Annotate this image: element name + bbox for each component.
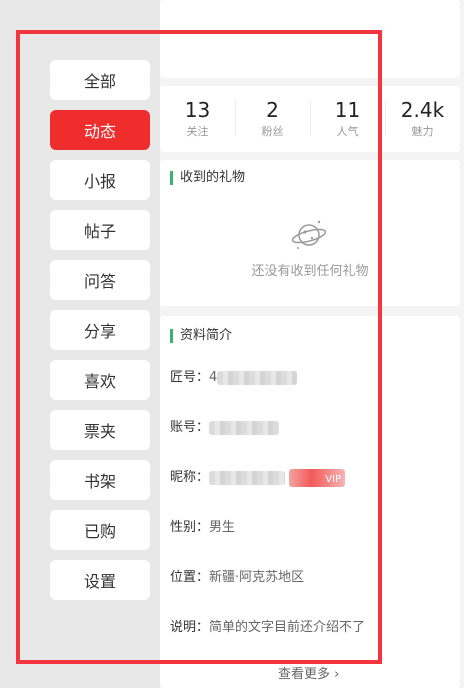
- redacted-value: [209, 470, 286, 485]
- sidebar-item-bookshelf[interactable]: 书架: [50, 460, 150, 500]
- field-label: 性别：: [170, 520, 210, 535]
- sidebar-item-label: 票夹: [83, 422, 116, 441]
- field-value: 男生: [209, 520, 236, 535]
- field-craftsman-id: 匠号：4: [170, 368, 298, 388]
- field-nickname: 昵称： VIP: [170, 468, 346, 488]
- field-description: 说明：简单的文字目前还介绍不了: [170, 618, 365, 638]
- redacted-value: [217, 370, 298, 385]
- vip-badge-text: VIP: [325, 473, 342, 485]
- stats-card: 13 关注 2 粉丝 11 人气 2.4k 魅力: [160, 86, 460, 152]
- stat-following[interactable]: 13 关注: [160, 86, 235, 152]
- gifts-card: 收到的礼物 还没有收到任何礼物: [160, 160, 460, 306]
- sidebar-item-posts[interactable]: 帖子: [50, 210, 150, 250]
- field-value: 新疆·阿克苏地区: [209, 570, 305, 585]
- stat-popularity: 11 人气: [310, 86, 385, 152]
- sidebar-item-activity[interactable]: 动态: [50, 110, 150, 150]
- redacted-value: [209, 420, 280, 435]
- field-account: 账号：: [170, 418, 280, 438]
- sidebar-item-all[interactable]: 全部: [50, 60, 150, 100]
- sidebar-item-label: 分享: [83, 322, 116, 341]
- planet-icon: [291, 220, 327, 249]
- stat-label: 人气: [336, 125, 359, 138]
- field-value: 4: [209, 370, 218, 385]
- field-gender: 性别：男生: [170, 518, 235, 538]
- field-label: 昵称：: [170, 470, 210, 485]
- sidebar-item-settings[interactable]: 设置: [50, 560, 150, 600]
- stat-label: 魅力: [411, 125, 434, 138]
- stat-charm: 2.4k 魅力: [385, 86, 460, 152]
- sidebar-item-label: 帖子: [83, 222, 116, 241]
- see-more-link[interactable]: 查看更多 ›: [278, 663, 339, 682]
- sidebar-item-label: 书架: [83, 472, 116, 491]
- sidebar-item-purchased[interactable]: 已购: [50, 510, 150, 550]
- stat-followers[interactable]: 2 粉丝: [235, 86, 310, 152]
- sidebar-item-label: 已购: [83, 522, 116, 541]
- profile-title: 资料简介: [170, 328, 232, 344]
- stat-label: 关注: [186, 125, 209, 138]
- field-label: 位置：: [170, 570, 210, 585]
- sidebar-item-label: 设置: [83, 572, 116, 591]
- sidebar-item-shares[interactable]: 分享: [50, 310, 150, 350]
- sidebar-item-tickets[interactable]: 票夹: [50, 410, 150, 450]
- field-location: 位置：新疆·阿克苏地区: [170, 568, 304, 588]
- gifts-empty-text: 还没有收到任何礼物: [251, 264, 369, 279]
- field-label: 匠号：: [170, 370, 210, 385]
- stat-value: 13: [184, 98, 211, 122]
- stat-value: 2: [266, 98, 279, 122]
- sidebar-item-news[interactable]: 小报: [50, 160, 150, 200]
- sidebar-item-label: 问答: [83, 272, 116, 291]
- vip-badge: VIP: [289, 468, 346, 487]
- field-value: 简单的文字目前还介绍不了: [209, 620, 366, 635]
- sidebar-item-label: 喜欢: [83, 372, 116, 391]
- sidebar-item-label: 全部: [83, 72, 116, 91]
- sidebar-item-label: 小报: [83, 172, 116, 191]
- field-label: 说明：: [170, 620, 210, 635]
- stat-value: 11: [334, 98, 361, 122]
- sidebar-item-label: 动态: [83, 122, 116, 141]
- profile-card: 资料简介 匠号：4 账号： 昵称： VIP 性别：男生 位置：新疆·阿克苏地区 说…: [160, 316, 460, 688]
- stat-label: 粉丝: [261, 125, 284, 138]
- field-label: 账号：: [170, 420, 210, 435]
- gifts-title: 收到的礼物: [170, 170, 245, 186]
- stat-value: 2.4k: [400, 98, 445, 122]
- sidebar-item-likes[interactable]: 喜欢: [50, 360, 150, 400]
- sidebar-item-qa[interactable]: 问答: [50, 260, 150, 300]
- header-card: [160, 0, 460, 78]
